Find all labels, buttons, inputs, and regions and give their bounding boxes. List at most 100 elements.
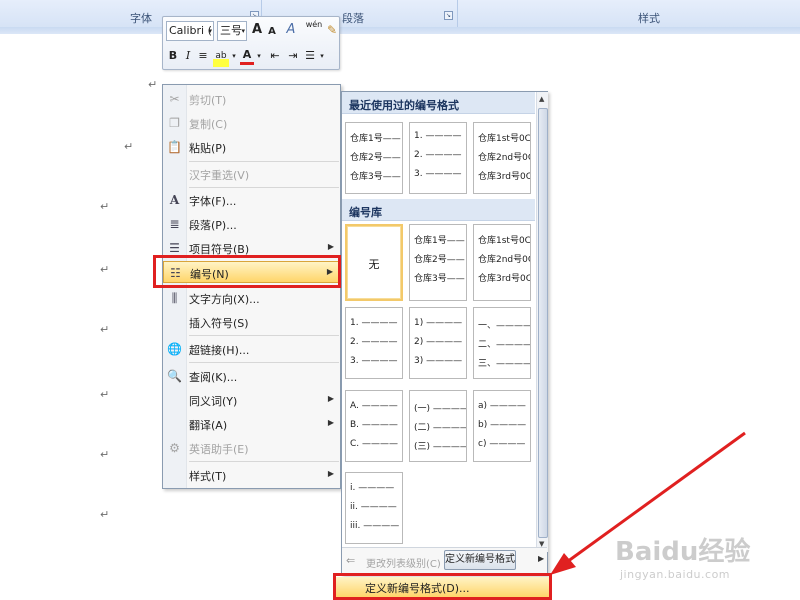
tile-line: 2. ———— — [414, 150, 462, 160]
menu-item-translate[interactable]: 翻译(A) ▶ — [163, 413, 340, 435]
tile-line: 仓库2nd号0C — [478, 255, 531, 265]
library-format-tile[interactable]: a) ———— b) ———— c) ———— — [473, 390, 531, 462]
tile-line: 仓库3rd号0C — [478, 274, 531, 284]
chevron-down-icon[interactable]: ▾ — [255, 47, 263, 67]
tile-line: c) ———— — [478, 439, 526, 449]
tile-line: (二) ———— — [414, 423, 467, 433]
submenu-arrow-icon: ▶ — [327, 242, 334, 251]
tile-line: 1) ———— — [414, 318, 463, 328]
menu-separator — [189, 187, 339, 188]
phonetic-guide-icon[interactable]: wén — [304, 20, 324, 40]
menu-item-label: 翻译(A) — [189, 419, 228, 432]
bullets-icon[interactable]: ☰ — [303, 47, 317, 67]
bold-button[interactable]: B — [166, 47, 180, 67]
tile-line: 1. ———— — [414, 131, 462, 141]
styles-group: 样式 — [458, 0, 800, 27]
menu-item-font[interactable]: A 字体(F)... — [163, 189, 340, 211]
increase-indent-icon[interactable]: ⇥ — [285, 47, 301, 67]
watermark: Baidu经验 jingyan.baidu.com — [600, 528, 800, 588]
scissors-icon: ✂ — [169, 92, 180, 106]
library-format-tile[interactable]: (一) ———— (二) ———— (三) ———— — [409, 390, 467, 462]
chevron-down-icon[interactable]: ▾ — [318, 47, 326, 67]
recent-format-tile[interactable]: 仓库1号—— 仓库2号—— 仓库3号—— — [345, 122, 403, 194]
library-format-none[interactable]: 无 — [345, 224, 403, 301]
menu-item-paragraph[interactable]: ≣ 段落(P)... — [163, 213, 340, 235]
align-center-icon[interactable]: ≡ — [196, 47, 210, 67]
library-format-tile[interactable]: 1) ———— 2) ———— 3) ———— — [409, 307, 467, 379]
change-level-icon: ⇐ — [346, 554, 356, 567]
library-format-tile[interactable]: i. ———— ii. ———— iii. ———— — [345, 472, 403, 544]
decrease-indent-icon[interactable]: ⇤ — [267, 47, 283, 67]
tile-line: b) ———— — [478, 420, 527, 430]
menu-item-label: 超链接(H)... — [189, 344, 250, 357]
menu-item-copy[interactable]: ❐ 复制(C) — [163, 112, 340, 134]
menu-item-insert-symbol[interactable]: 插入符号(S) — [163, 311, 340, 333]
tile-line: 仓库3号—— — [414, 274, 465, 284]
font-name-combo[interactable]: Calibri (▾ — [166, 21, 214, 41]
library-format-tile[interactable]: 1. ———— 2. ———— 3. ———— — [345, 307, 403, 379]
library-format-tile[interactable]: 仓库1st号0C 仓库2nd号0C 仓库3rd号0C — [473, 224, 531, 301]
menu-item-label: 查阅(K)... — [189, 371, 238, 384]
recent-format-tile[interactable]: 1. ———— 2. ———— 3. ———— — [409, 122, 467, 194]
tile-line: 仓库3号—— — [350, 172, 401, 182]
menu-item-label: 文字方向(X)... — [189, 293, 260, 306]
watermark-brand: Baidu经验 — [615, 537, 751, 567]
menu-item-text-direction[interactable]: ⫼ 文字方向(X)... — [163, 287, 340, 309]
recent-format-tile[interactable]: 仓库1st号0C 仓库2nd号0C 仓库3rd号0C — [473, 122, 531, 194]
paragraph-dialog-launcher-icon[interactable]: ↘ — [444, 11, 453, 20]
font-size-combo[interactable]: 三号 ▾ — [217, 21, 247, 41]
italic-button[interactable]: I — [182, 47, 194, 67]
copy-icon: ❐ — [169, 116, 180, 130]
tile-line: 仓库1号—— — [414, 236, 465, 246]
paragraph-mark: ↵ — [100, 388, 110, 401]
menu-item-label: 样式(T) — [189, 470, 227, 483]
tile-line: 二、———— — [478, 340, 531, 350]
numbering-library-header: 编号库 — [342, 199, 535, 221]
menu-item-styles[interactable]: 样式(T) ▶ — [163, 464, 340, 486]
library-format-tile[interactable]: A. ———— B. ———— C. ———— — [345, 390, 403, 462]
font-style-icon[interactable]: A — [281, 21, 301, 41]
grow-font-icon[interactable]: A — [250, 21, 264, 41]
tile-line: 仓库2号—— — [350, 153, 401, 163]
menu-item-cut[interactable]: ✂ 剪切(T) — [163, 88, 340, 110]
menu-item-hyperlink[interactable]: 🌐 超链接(H)... — [163, 338, 340, 360]
paragraph-mark: ↵ — [100, 508, 110, 521]
change-list-level-item[interactable]: 更改列表级别(C) — [366, 555, 441, 570]
paragraph-group-label: 段落 — [342, 12, 364, 25]
font-size-value: 三号 — [220, 24, 242, 37]
menu-item-english-assistant[interactable]: ⚙ 英语助手(E) — [163, 437, 340, 459]
menu-item-synonyms[interactable]: 同义词(Y) ▶ — [163, 389, 340, 411]
tile-line: 1. ———— — [350, 318, 398, 328]
tile-line: (一) ———— — [414, 404, 467, 414]
chevron-down-icon: ▾ — [241, 27, 245, 35]
tile-line: i. ———— — [350, 483, 395, 493]
recent-formats-header: 最近使用过的编号格式 — [342, 92, 535, 114]
menu-item-research[interactable]: 🔍 查阅(K)... — [163, 365, 340, 387]
define-new-format-button[interactable]: 定义新编号格式 — [444, 550, 516, 570]
tile-line: 仓库2nd号0C — [478, 153, 531, 163]
scroll-up-icon[interactable]: ▲ — [539, 95, 544, 103]
highlight-icon[interactable]: ab — [213, 47, 229, 67]
library-format-tile[interactable]: 仓库1号—— 仓库2号—— 仓库3号—— — [409, 224, 467, 301]
chevron-down-icon: ▾ — [208, 27, 212, 35]
menu-item-reconvert[interactable]: 汉字重选(V) — [163, 163, 340, 185]
hyperlink-icon: 🌐 — [167, 342, 182, 356]
tile-line: 仓库1st号0C — [478, 236, 531, 246]
format-painter-icon[interactable]: ✎ — [325, 21, 339, 41]
submenu-arrow-icon: ▶ — [327, 418, 334, 427]
menu-item-paste[interactable]: 📋 粘贴(P) — [163, 136, 340, 158]
tile-line: 2. ———— — [350, 337, 398, 347]
font-color-icon[interactable]: A — [240, 47, 254, 65]
watermark-url: jingyan.baidu.com — [620, 568, 731, 581]
font-group-label: 字体 — [130, 12, 152, 25]
gallery-footer: ⇐ 更改列表级别(C) 定义新编号格式 ▶ — [342, 547, 547, 575]
text-direction-icon: ⫼ — [171, 291, 178, 305]
chevron-down-icon[interactable]: ▾ — [230, 47, 238, 67]
paragraph-mark: ↵ — [100, 448, 110, 461]
menu-separator — [189, 335, 339, 336]
shrink-font-icon[interactable]: A — [266, 23, 278, 43]
tile-line: 仓库1st号0C — [478, 134, 531, 144]
paragraph-mark: ↵ — [124, 140, 134, 153]
library-format-tile[interactable]: 一、———— 二、———— 三、———— — [473, 307, 531, 379]
tile-line: 三、———— — [478, 359, 531, 369]
